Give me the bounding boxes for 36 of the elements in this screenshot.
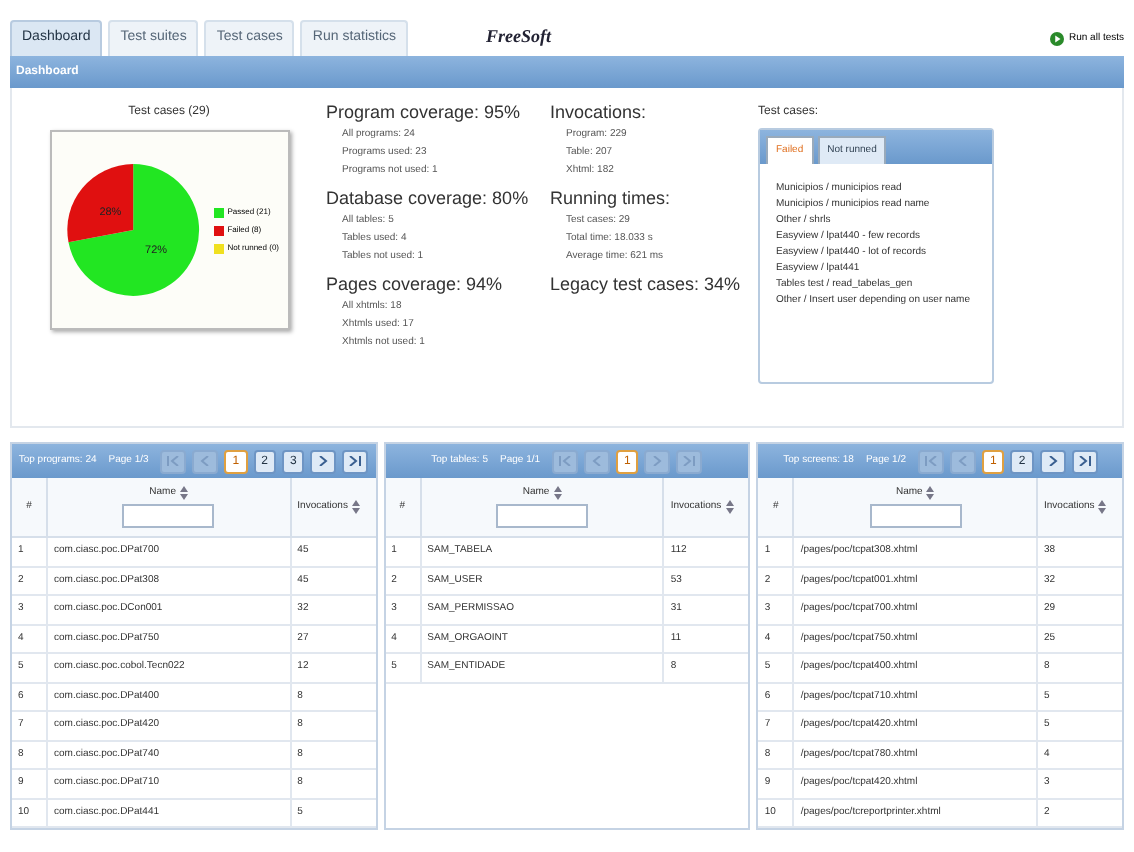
chevron-icon — [316, 456, 331, 466]
chevron-icon — [924, 456, 938, 466]
stat-heading: Running times: — [550, 186, 671, 212]
stat-heading: Invocations: — [550, 100, 647, 126]
legend-swatch — [213, 225, 224, 235]
sort-icon[interactable] — [351, 500, 360, 514]
pager-arrow-button[interactable] — [342, 449, 369, 473]
sort-icon[interactable] — [725, 500, 734, 514]
play-icon — [1050, 31, 1065, 46]
name-filter-field[interactable] — [496, 504, 588, 529]
stat-heading: Legacy test cases: 34% — [550, 272, 741, 298]
legend-swatch — [213, 243, 224, 253]
sort-icon[interactable] — [1098, 500, 1107, 514]
pager-arrow-button[interactable] — [310, 449, 337, 473]
chevron-icon — [558, 456, 573, 466]
chevron-icon — [348, 456, 363, 466]
logo: FreeSoft — [486, 23, 551, 50]
sort-icon[interactable] — [553, 486, 562, 500]
legend-swatch — [213, 207, 224, 217]
chevron-icon — [682, 456, 697, 466]
chevron-icon — [198, 456, 213, 466]
name-filter-field[interactable] — [869, 504, 962, 529]
stat-heading: Database coverage: 80% — [326, 186, 529, 212]
chevron-icon — [956, 456, 970, 466]
chevron-icon — [1045, 456, 1060, 466]
pager-arrow-button[interactable] — [1039, 449, 1066, 473]
name-filter-field[interactable] — [122, 504, 215, 529]
chevron-icon — [650, 456, 665, 466]
chevron-icon — [1077, 456, 1092, 466]
pager-arrow-button[interactable] — [1071, 449, 1098, 473]
chevron-icon — [166, 456, 181, 466]
stat-heading: Program coverage: 95% — [326, 100, 521, 126]
sort-icon[interactable] — [926, 486, 935, 500]
chevron-icon — [590, 456, 605, 466]
stat-heading: Pages coverage: 94% — [326, 272, 503, 298]
sort-icon[interactable] — [180, 486, 188, 500]
